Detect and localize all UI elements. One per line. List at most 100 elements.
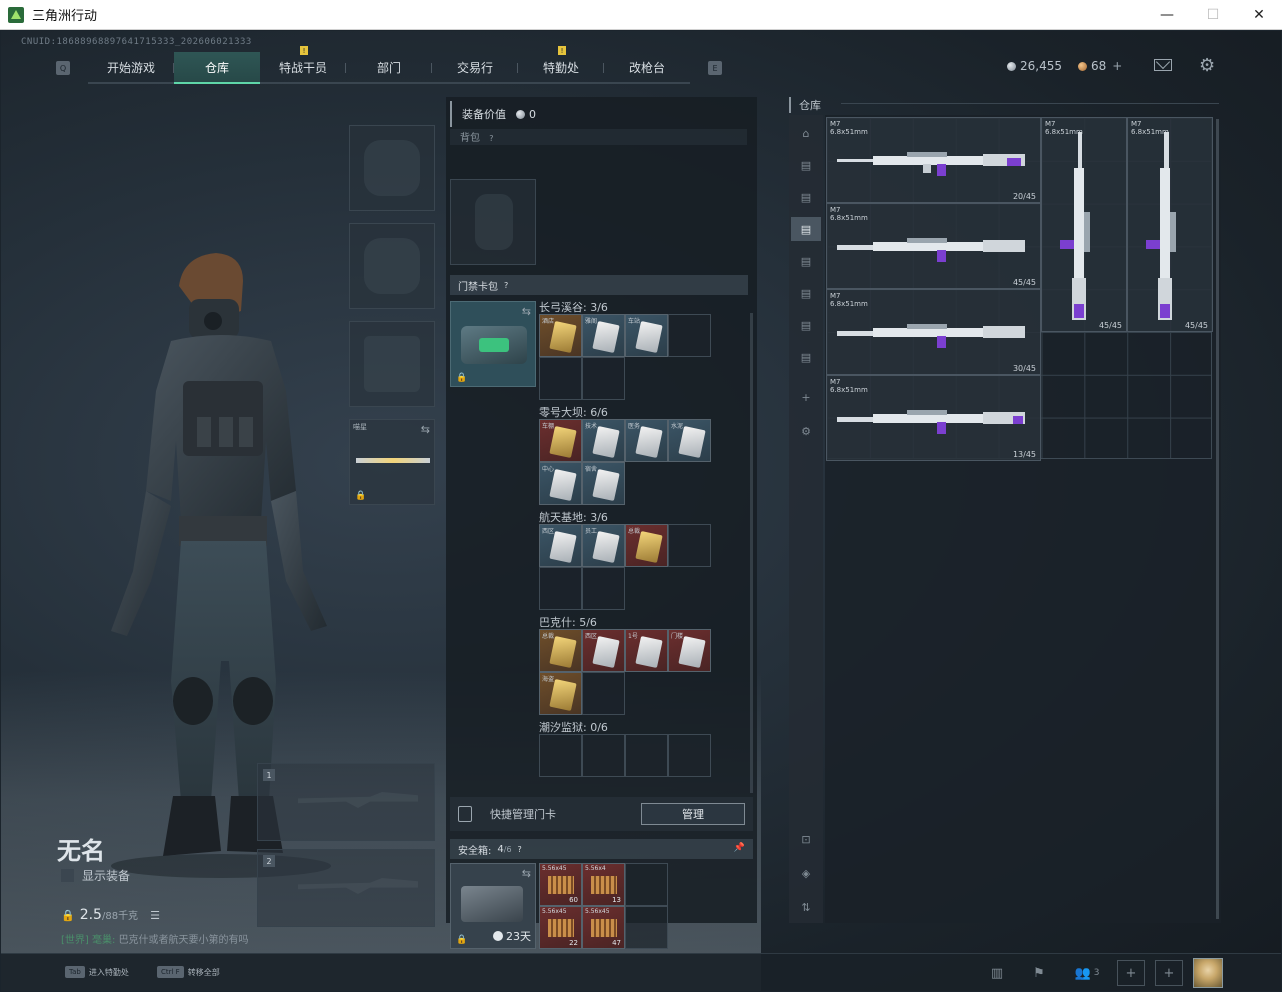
- keycard-item[interactable]: 宿舍: [582, 462, 625, 505]
- keycard-item[interactable]: 中心: [539, 462, 582, 505]
- mail-icon[interactable]: [1154, 59, 1172, 71]
- empty-card-slot[interactable]: [582, 672, 625, 715]
- safe-box-case[interactable]: ⇆ 🔒 23天: [450, 863, 536, 949]
- card-scrollbar[interactable]: [750, 313, 753, 793]
- add-currency-button[interactable]: +: [1112, 59, 1122, 73]
- swap-icon[interactable]: ⇆: [522, 867, 531, 880]
- stash-tab-6[interactable]: ▤: [794, 313, 818, 337]
- keycard-item[interactable]: 总裁: [625, 524, 668, 567]
- rifle-item[interactable]: M7 6.8x51mm 45/45: [826, 203, 1041, 289]
- stash-tab-7[interactable]: ▤: [794, 345, 818, 369]
- keycard-item[interactable]: 酒店: [539, 314, 582, 357]
- show-equip-toggle[interactable]: 显示装备: [61, 867, 130, 884]
- help-icon[interactable]: ?: [489, 134, 493, 143]
- tab-department[interactable]: 部门: [346, 52, 432, 82]
- armor-slot[interactable]: [349, 223, 435, 309]
- keycard-item[interactable]: 技术: [582, 419, 625, 462]
- sort-icon[interactable]: ⊡: [794, 827, 818, 851]
- stash-scrollbar[interactable]: [1216, 119, 1219, 919]
- empty-card-slot[interactable]: [625, 734, 668, 777]
- helmet-slot[interactable]: [349, 125, 435, 211]
- add-slot-button[interactable]: +: [1117, 960, 1145, 986]
- empty-safe-slot[interactable]: [625, 863, 668, 906]
- tab-trading[interactable]: 交易行: [432, 52, 518, 82]
- tab-special-ops[interactable]: ! 特勤处: [518, 46, 604, 82]
- tab-settings-gear-icon[interactable]: ⚙: [794, 419, 818, 443]
- pistol-slot[interactable]: [349, 321, 435, 407]
- empty-safe-slot[interactable]: [625, 906, 668, 949]
- keycard-item[interactable]: 1号: [625, 629, 668, 672]
- ammo-item[interactable]: 5.56x45 47: [582, 906, 625, 949]
- keycard-item[interactable]: 车站: [625, 314, 668, 357]
- flag-icon[interactable]: ⚑: [1025, 960, 1053, 986]
- rifle-item-vertical[interactable]: M7 6.8x51mm 45/45: [1127, 117, 1213, 332]
- empty-card-slot[interactable]: [668, 734, 711, 777]
- rifle-item[interactable]: M7 6.8x51mm 13/45: [826, 375, 1041, 461]
- empty-card-slot[interactable]: [582, 357, 625, 400]
- friends-icon[interactable]: 👥 3: [1067, 960, 1107, 986]
- nav-next-key[interactable]: E: [708, 61, 722, 75]
- empty-card-slot[interactable]: [668, 314, 711, 357]
- empty-card-slot[interactable]: [582, 734, 625, 777]
- hint-transfer-all[interactable]: Ctrl F 转移全部: [157, 966, 220, 978]
- layers-icon[interactable]: ◈: [794, 861, 818, 885]
- stash-tab-2[interactable]: ▤: [794, 185, 818, 209]
- keycard-item[interactable]: 雅阁: [582, 314, 625, 357]
- melee-slot[interactable]: 喵星 ⇆ 🔒: [349, 419, 435, 505]
- keycard-item[interactable]: 西区: [582, 629, 625, 672]
- keycard-item[interactable]: 西区: [539, 524, 582, 567]
- close-button[interactable]: ✕: [1236, 0, 1282, 30]
- tab-label: 开始游戏: [106, 60, 155, 75]
- add-slot-button[interactable]: +: [1155, 960, 1183, 986]
- keycard-item[interactable]: 总裁: [539, 629, 582, 672]
- keycard-item[interactable]: 员工: [582, 524, 625, 567]
- tab-start-game[interactable]: 开始游戏: [88, 52, 174, 82]
- swap-icon[interactable]: ⇆: [522, 305, 531, 318]
- swap-icon[interactable]: ⇆: [421, 423, 430, 436]
- transfer-icon[interactable]: ⇅: [794, 895, 818, 919]
- list-icon[interactable]: ☰: [150, 909, 160, 922]
- stash-tab-all-icon[interactable]: ⌂: [794, 121, 818, 145]
- stash-tab-5[interactable]: ▤: [794, 281, 818, 305]
- minimize-button[interactable]: —: [1144, 0, 1190, 30]
- help-icon[interactable]: ?: [504, 281, 508, 290]
- empty-card-slot[interactable]: [539, 567, 582, 610]
- nav-prev-key[interactable]: Q: [56, 61, 70, 75]
- tab-warehouse[interactable]: 仓库: [174, 52, 260, 84]
- empty-card-slot[interactable]: [668, 524, 711, 567]
- stash-tab-3[interactable]: ▤: [791, 217, 821, 241]
- backpack-slot[interactable]: [450, 179, 536, 265]
- keycard-item[interactable]: 海盗: [539, 672, 582, 715]
- settings-gear-icon[interactable]: ⚙: [1199, 55, 1215, 76]
- pin-icon[interactable]: 📌: [734, 843, 745, 853]
- keycard-item[interactable]: 医务: [625, 419, 668, 462]
- add-tab-icon[interactable]: +: [794, 385, 818, 409]
- keycard-item[interactable]: 门楼: [668, 629, 711, 672]
- player-avatar[interactable]: [1193, 958, 1223, 988]
- rifle-item[interactable]: M7 6.8x51mm 20/45: [826, 117, 1041, 203]
- ammo-item[interactable]: 5.56x4 13: [582, 863, 625, 906]
- secondary-weapon-slot[interactable]: 2: [257, 849, 435, 927]
- show-equip-checkbox[interactable]: [61, 869, 74, 882]
- rifle-item-vertical[interactable]: M7 6.8x51mm 45/45: [1041, 117, 1127, 332]
- stash-tab-4[interactable]: ▤: [794, 249, 818, 273]
- keycard-item[interactable]: 水泥: [668, 419, 711, 462]
- hint-special-ops[interactable]: Tab 进入特勤处: [65, 966, 129, 978]
- maximize-button[interactable]: ☐: [1190, 0, 1236, 30]
- chat-line[interactable]: [世界] 毫巢: 巴克什或者航天要小第的有吗: [61, 931, 249, 946]
- manage-button[interactable]: 管理: [641, 803, 745, 825]
- primary-weapon-slot[interactable]: 1: [257, 763, 435, 841]
- tab-operators[interactable]: ! 特战干员: [260, 46, 346, 82]
- keycard-item[interactable]: 车棚: [539, 419, 582, 462]
- keycard-case[interactable]: ⇆ 🔒: [450, 301, 536, 387]
- rifle-item[interactable]: M7 6.8x51mm 30/45: [826, 289, 1041, 375]
- stash-tab-1[interactable]: ▤: [794, 153, 818, 177]
- ammo-item[interactable]: 5.56x45 60: [539, 863, 582, 906]
- ammo-item[interactable]: 5.56x45 22: [539, 906, 582, 949]
- help-icon[interactable]: ?: [518, 845, 522, 854]
- stats-chart-icon[interactable]: ▥: [983, 960, 1011, 986]
- empty-card-slot[interactable]: [539, 357, 582, 400]
- tab-gunsmith[interactable]: 改枪台: [604, 52, 690, 82]
- empty-card-slot[interactable]: [539, 734, 582, 777]
- empty-card-slot[interactable]: [582, 567, 625, 610]
